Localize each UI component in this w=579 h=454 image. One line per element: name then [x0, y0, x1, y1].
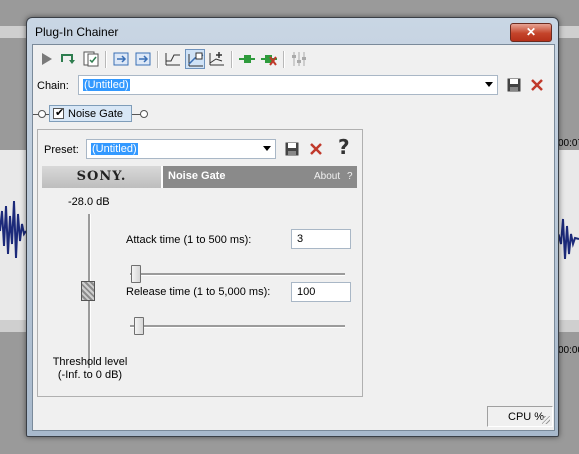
- about-help-icon[interactable]: ?: [347, 171, 353, 182]
- timeline-time-top: 00:07: [558, 138, 579, 149]
- threshold-label: Threshold level (-Inf. to 0 dB): [38, 356, 142, 382]
- plugin-enable-checkbox[interactable]: ✔: [53, 107, 64, 119]
- status-bar: CPU %: [487, 406, 553, 427]
- release-time-input[interactable]: 100: [291, 282, 351, 302]
- plugin-chainer-window: Plug-In Chainer ✕ Chain: (Untitled) ✔ No…: [26, 17, 559, 437]
- play-icon[interactable]: [37, 49, 57, 69]
- waveform-left: [0, 200, 26, 259]
- plugin-header-title: Noise Gate: [168, 170, 226, 182]
- save-chain-icon[interactable]: [507, 78, 521, 92]
- sony-logo: SONY.: [42, 166, 163, 188]
- threshold-slider-thumb[interactable]: [81, 281, 95, 301]
- add-plugin-icon[interactable]: [237, 49, 257, 69]
- preset-dropdown[interactable]: (Untitled): [86, 139, 276, 159]
- waveform-right: [556, 218, 579, 260]
- chain-label: Chain:: [37, 80, 69, 92]
- attack-time-label: Attack time (1 to 500 ms):: [126, 234, 252, 246]
- chain-value: (Untitled): [83, 79, 130, 91]
- chain-mixer-icon[interactable]: [289, 49, 309, 69]
- delete-chain-icon[interactable]: [530, 78, 544, 92]
- resize-grip-icon[interactable]: [542, 416, 550, 424]
- attack-slider-track[interactable]: [130, 273, 345, 276]
- delete-preset-icon[interactable]: [309, 142, 323, 156]
- close-button[interactable]: ✕: [510, 23, 552, 42]
- threshold-value: -28.0 dB: [68, 196, 110, 208]
- threshold-label-line2: (-Inf. to 0 dB): [57, 369, 123, 381]
- plugin-panel: Preset: (Untitled) ? SONY. Noise Gate Ab…: [37, 129, 363, 397]
- bypass-loop-icon[interactable]: [59, 49, 79, 69]
- timeline-time-bottom: 00:00: [558, 345, 579, 356]
- move-right-icon[interactable]: [133, 49, 153, 69]
- toolbar-separator: [283, 51, 285, 68]
- pressed-graph-icon[interactable]: [185, 49, 205, 69]
- title-bar[interactable]: Plug-In Chainer ✕: [27, 18, 558, 44]
- add-graph-icon[interactable]: [207, 49, 227, 69]
- preset-value: (Untitled): [91, 143, 138, 155]
- chevron-down-icon[interactable]: [485, 82, 493, 87]
- release-time-label: Release time (1 to 5,000 ms):: [126, 286, 271, 298]
- help-icon[interactable]: ?: [338, 135, 350, 159]
- envelope-icon[interactable]: [163, 49, 183, 69]
- save-preset-icon[interactable]: [285, 142, 299, 156]
- release-slider-thumb[interactable]: [134, 317, 145, 335]
- toolbar-separator: [105, 51, 107, 68]
- preset-label: Preset:: [44, 144, 79, 156]
- cpu-meter: CPU %: [508, 411, 545, 423]
- plugin-noise-gate[interactable]: ✔ Noise Gate: [49, 105, 132, 122]
- threshold-label-line1: Threshold level: [52, 356, 128, 368]
- plugin-name: Noise Gate: [68, 108, 124, 120]
- remove-plugin-icon[interactable]: [259, 49, 279, 69]
- plugin-header: SONY. Noise Gate About ?: [42, 166, 357, 188]
- move-left-icon[interactable]: [111, 49, 131, 69]
- chain-dropdown[interactable]: (Untitled): [78, 75, 498, 95]
- toolbar-separator: [231, 51, 233, 68]
- attack-time-input[interactable]: 3: [291, 229, 351, 249]
- about-link[interactable]: About: [314, 171, 340, 182]
- chain-node-right: [140, 110, 148, 118]
- window-title: Plug-In Chainer: [35, 25, 119, 39]
- attack-slider-thumb[interactable]: [131, 265, 142, 283]
- release-slider-track[interactable]: [130, 325, 345, 328]
- chevron-down-icon[interactable]: [263, 146, 271, 151]
- plugin-chain-row: ✔ Noise Gate: [33, 104, 554, 124]
- client-area: Chain: (Untitled) ✔ Noise Gate Preset: (…: [32, 44, 555, 431]
- checklist-icon[interactable]: [81, 49, 101, 69]
- chain-node-left: [38, 110, 46, 118]
- toolbar-separator: [157, 51, 159, 68]
